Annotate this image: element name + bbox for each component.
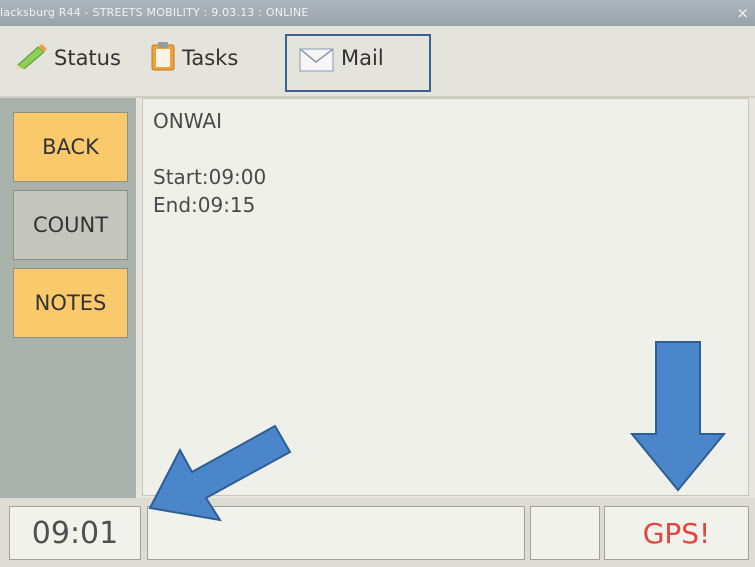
message-end: End:09:15	[153, 193, 256, 217]
status-bar: 09:01 GPS!	[0, 498, 755, 567]
sidebar: BACK COUNT NOTES	[0, 98, 136, 498]
close-icon[interactable]: ×	[736, 0, 749, 26]
pencil-icon	[14, 43, 48, 74]
gps-indicator[interactable]: GPS!	[604, 506, 749, 560]
tab-status[interactable]: Status	[14, 36, 121, 80]
title-bar: lacksburg R44 - STREETS MOBILITY : 9.03.…	[0, 0, 755, 26]
tab-mail[interactable]: Mail	[285, 34, 431, 92]
app-screen: lacksburg R44 - STREETS MOBILITY : 9.03.…	[0, 0, 755, 567]
count-button[interactable]: COUNT	[13, 190, 128, 260]
tab-mail-label: Mail	[341, 46, 384, 70]
window-title: lacksburg R44 - STREETS MOBILITY : 9.03.…	[0, 6, 309, 19]
message-start: Start:09:00	[153, 165, 267, 189]
status-field-small	[530, 506, 600, 560]
tab-tasks[interactable]: Tasks	[150, 36, 238, 80]
clock-display: 09:01	[9, 506, 141, 560]
back-button[interactable]: BACK	[13, 112, 128, 182]
message-line-1: ONWAI	[153, 109, 222, 133]
clipboard-icon	[150, 41, 176, 76]
tab-status-label: Status	[54, 46, 121, 70]
notes-button[interactable]: NOTES	[13, 268, 128, 338]
arrow-left-annotation-icon	[148, 424, 292, 522]
arrow-down-annotation-icon	[629, 341, 727, 492]
tab-tasks-label: Tasks	[182, 46, 239, 70]
envelope-icon	[299, 46, 335, 77]
tab-bar: Status Tasks Mail	[0, 26, 755, 98]
